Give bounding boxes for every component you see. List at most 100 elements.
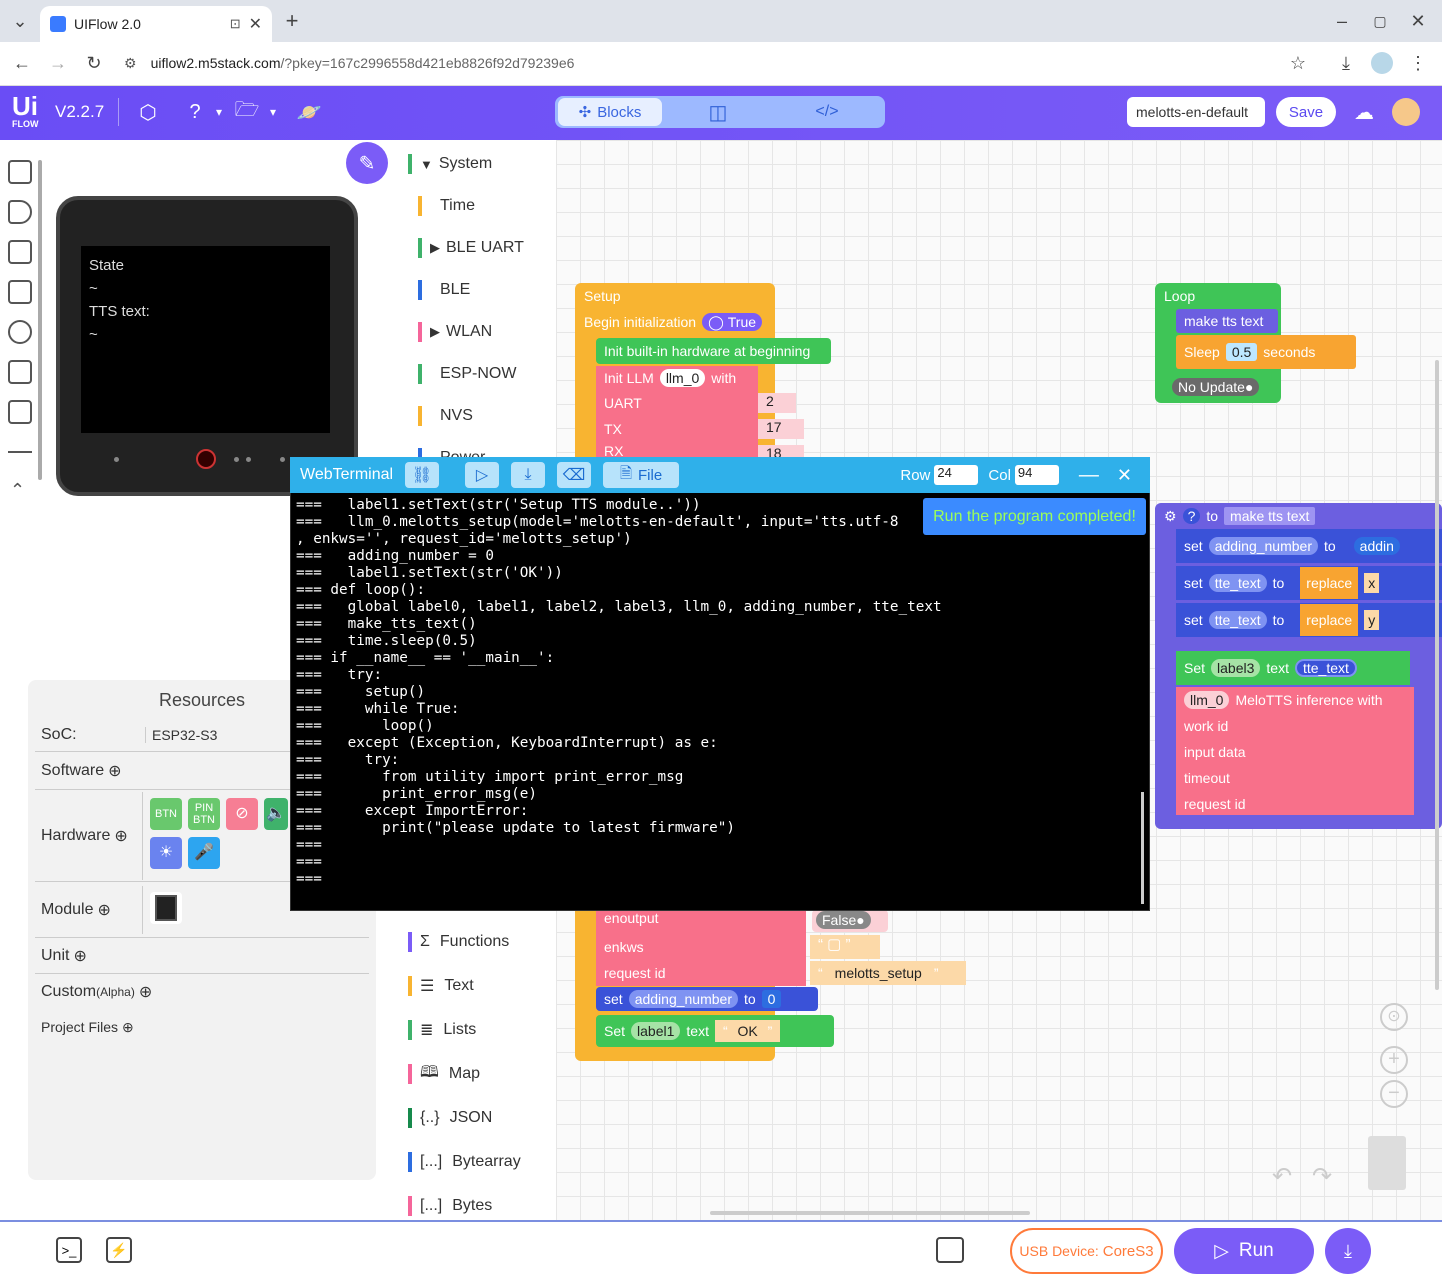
category-bytes[interactable]: [...] Bytes: [408, 1192, 492, 1220]
custom-row[interactable]: Custom (Alpha) ⊕: [35, 974, 369, 1010]
redo-icon[interactable]: ↷: [1312, 1162, 1332, 1191]
hw-speaker-chip[interactable]: 🔈: [264, 798, 288, 830]
terminal-toggle-icon[interactable]: >_: [56, 1237, 82, 1263]
llm-module-chip[interactable]: [150, 892, 182, 924]
no-update-toggle[interactable]: No Update ●: [1164, 378, 1260, 396]
code-view-icon[interactable]: </>: [812, 97, 842, 127]
category-ble[interactable]: BLE: [408, 276, 470, 304]
tab-blocks[interactable]: ✣ Blocks: [558, 98, 662, 126]
hw-light-chip[interactable]: ☀: [150, 837, 182, 869]
label-state[interactable]: State: [89, 254, 322, 277]
clear-icon[interactable]: ⌫: [557, 462, 592, 488]
enkws-empty-string[interactable]: “ ▢ ”: [810, 935, 880, 959]
call-make-tts-block[interactable]: make tts text: [1176, 309, 1278, 333]
add-module-icon[interactable]: ⊕: [97, 900, 110, 920]
category-json[interactable]: {..} JSON: [408, 1104, 492, 1132]
cloud-share-icon[interactable]: ☁: [1349, 97, 1379, 127]
set-adding-number-fn[interactable]: set adding_number to addin: [1176, 529, 1442, 563]
download-to-device-icon[interactable]: ⤓: [1325, 1228, 1371, 1274]
tx-value[interactable]: 17: [758, 419, 804, 439]
function-name-field[interactable]: make tts text: [1224, 507, 1316, 525]
set-adding-number-block[interactable]: set adding_number to 0: [596, 987, 818, 1011]
user-avatar[interactable]: [1392, 98, 1420, 126]
hw-btn-chip[interactable]: BTN: [150, 798, 182, 830]
site-info-icon[interactable]: ⚙: [124, 55, 137, 72]
label-state-value[interactable]: ~: [89, 277, 322, 300]
button-widget-icon[interactable]: [8, 240, 32, 264]
gear-icon[interactable]: ⚙: [1164, 508, 1177, 525]
circle-widget-icon[interactable]: [8, 320, 32, 344]
set-label1-block[interactable]: Set label1 text “ OK ”: [596, 1015, 834, 1047]
tab-media-icon[interactable]: ⊡: [230, 16, 241, 32]
workspace-vscrollbar[interactable]: [1435, 360, 1439, 990]
add-hardware-icon[interactable]: ⊕: [114, 826, 127, 846]
request-id-string[interactable]: “ melotts_setup ”: [810, 961, 966, 985]
image-widget-icon[interactable]: [8, 360, 32, 384]
settings-hex-icon[interactable]: ⬡: [133, 97, 163, 127]
reload-icon[interactable]: ↻: [82, 51, 106, 75]
image-plus-widget-icon[interactable]: [8, 400, 32, 424]
line-widget-icon[interactable]: [8, 451, 32, 453]
url-field[interactable]: ⚙ uiflow2.m5stack.com /?pkey=167c2996558…: [124, 48, 1324, 78]
unit-row[interactable]: Unit ⊕: [35, 938, 369, 974]
close-window-icon[interactable]: ✕: [1406, 9, 1430, 33]
planet-icon[interactable]: 🪐: [294, 97, 324, 127]
hw-touch-chip[interactable]: ⊘: [226, 798, 258, 830]
add-software-icon[interactable]: ⊕: [108, 761, 121, 781]
llm0-dropdown[interactable]: llm_0: [659, 369, 706, 387]
ui-editor-toggle-icon[interactable]: ✎: [346, 142, 388, 184]
maximize-window-icon[interactable]: ▢: [1368, 9, 1392, 33]
false-toggle[interactable]: False ●: [816, 911, 871, 929]
rectangle-widget-icon[interactable]: [8, 280, 32, 304]
close-terminal-icon[interactable]: ✕: [1117, 465, 1132, 486]
uart-value[interactable]: 2: [758, 393, 796, 413]
undo-icon[interactable]: ↶: [1272, 1162, 1292, 1191]
browser-menu-icon[interactable]: ⋮: [1406, 51, 1430, 75]
set-tte-text-y[interactable]: set tte_text to replace y: [1176, 603, 1442, 637]
category-espnow[interactable]: ESP-NOW: [408, 360, 516, 388]
set-tte-text-x[interactable]: set tte_text to replace x: [1176, 566, 1442, 600]
back-icon[interactable]: ←: [10, 51, 34, 75]
zero-value[interactable]: 0: [761, 990, 782, 1008]
hw-pin-btn-chip[interactable]: PIN BTN: [188, 798, 220, 830]
disconnect-icon[interactable]: ⛓: [405, 462, 440, 488]
row-field[interactable]: 24: [934, 465, 979, 485]
window-widget-icon[interactable]: [8, 160, 32, 184]
category-ble-uart[interactable]: ▶ BLE UART: [408, 234, 524, 262]
label-tts-value[interactable]: ~: [89, 323, 322, 346]
col-field[interactable]: 94: [1014, 465, 1059, 485]
add-unit-icon[interactable]: ⊕: [73, 946, 86, 966]
new-tab-icon[interactable]: +: [280, 8, 304, 33]
zoom-in-icon[interactable]: +: [1380, 1046, 1408, 1074]
label-tts-text[interactable]: TTS text:: [89, 300, 322, 323]
terminal-scrollbar[interactable]: [1141, 792, 1144, 904]
category-system[interactable]: ▼ System: [408, 150, 492, 178]
label-widget-icon[interactable]: [8, 200, 32, 224]
usb-device-button[interactable]: USB Device: CoreS3: [1010, 1228, 1163, 1274]
init-hw-block[interactable]: Init built-in hardware at beginning: [596, 338, 831, 364]
folder-dropdown-icon[interactable]: ▾: [258, 97, 288, 127]
project-name-field[interactable]: melotts-en-default: [1127, 97, 1265, 127]
toolbar-scrollbar[interactable]: [38, 160, 42, 480]
file-button[interactable]: 🗎 File: [603, 462, 680, 488]
run-icon[interactable]: ▷: [465, 462, 500, 488]
workspace-hscrollbar[interactable]: [710, 1211, 1030, 1215]
save-button[interactable]: Save: [1276, 97, 1336, 127]
profile-avatar[interactable]: [1371, 52, 1393, 74]
split-view-icon[interactable]: ◫: [703, 97, 733, 127]
true-toggle[interactable]: ◯ True: [702, 313, 763, 331]
category-text[interactable]: ☰ Text: [408, 972, 474, 1000]
browser-tab[interactable]: UIFlow 2.0 ⊡ ✕: [40, 6, 272, 42]
category-lists[interactable]: ≣ Lists: [408, 1016, 476, 1044]
forward-icon[interactable]: →: [46, 51, 70, 75]
recenter-icon[interactable]: ⊙: [1380, 1003, 1408, 1031]
adding-number-dropdown[interactable]: adding_number: [628, 990, 738, 1008]
add-file-icon[interactable]: ⊕: [122, 1019, 134, 1036]
category-time[interactable]: Time: [408, 192, 475, 220]
download-file-icon[interactable]: ⤓: [511, 462, 546, 488]
flash-tool-icon[interactable]: ⚡: [106, 1237, 132, 1263]
sleep-block[interactable]: Sleep 0.5 seconds: [1176, 335, 1356, 369]
device-manager-icon[interactable]: [936, 1237, 964, 1263]
category-nvs[interactable]: NVS: [408, 402, 473, 430]
collapse-up-icon[interactable]: ⌃: [10, 480, 25, 501]
